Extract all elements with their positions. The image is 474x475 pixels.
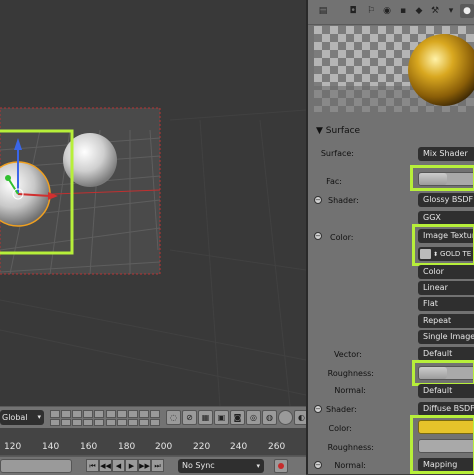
scene-context-icon[interactable]: ⚐: [364, 4, 378, 18]
overlay-icon[interactable]: ◎: [246, 410, 261, 425]
color1-label: Color:: [330, 233, 354, 242]
snap-icon[interactable]: ⊘: [182, 410, 197, 425]
interpolation-select[interactable]: Linear: [418, 281, 474, 295]
image-icon: [420, 249, 431, 259]
color2-swatch[interactable]: [418, 420, 474, 434]
fac-slider[interactable]: [418, 172, 474, 186]
snap-element-icon[interactable]: ▦: [198, 410, 213, 425]
shading-icon[interactable]: ◍: [262, 410, 277, 425]
shader2-select[interactable]: Diffuse BSDF: [418, 402, 474, 416]
layer-buttons[interactable]: [50, 410, 104, 426]
record-button[interactable]: [274, 459, 288, 473]
sync-select[interactable]: No Sync ▾: [178, 459, 264, 473]
roughness2-slider[interactable]: [418, 439, 474, 453]
roughness1-label: Roughness:: [327, 369, 374, 378]
playback-bar: ⏮ ◀◀ ◀ ▶ ▶▶ ⏭ No Sync ▾: [0, 456, 306, 475]
render-context-icon[interactable]: ▤: [316, 4, 330, 18]
roughness2-label: Roughness:: [327, 443, 374, 452]
world-context-icon[interactable]: ◉: [380, 4, 394, 18]
viewport-header: Global ▾ ◌ ⊘ ▦ ▣ ◙ ◎ ◍ ◐: [0, 406, 309, 429]
timeline-tick: 260: [268, 442, 286, 452]
modifier-context-icon[interactable]: ◆: [412, 4, 426, 18]
material-sphere-icon[interactable]: [278, 410, 293, 425]
chevron-down-icon: ▾: [37, 413, 41, 421]
extension-select[interactable]: Repeat: [418, 314, 474, 328]
timeline-tick: 200: [155, 442, 173, 452]
roughness1-slider-fill: [419, 367, 447, 379]
jump-start-icon[interactable]: ⏮: [86, 459, 99, 472]
sync-value: No Sync: [182, 461, 215, 470]
roughness1-slider[interactable]: [418, 366, 474, 380]
collapse-color1-icon[interactable]: −: [314, 232, 322, 240]
vector-label: Vector:: [333, 350, 362, 359]
record-icon: [278, 463, 284, 469]
playback-controls: ⏮ ◀◀ ◀ ▶ ▶▶ ⏭: [86, 459, 164, 472]
object-context-icon[interactable]: ▪: [396, 4, 410, 18]
timeline-tick: 140: [42, 442, 60, 452]
frame-field[interactable]: [0, 459, 72, 473]
surface-label: Surface:: [320, 149, 354, 158]
camera-context-icon[interactable]: ◘: [346, 4, 360, 18]
projection-select[interactable]: Flat: [418, 297, 474, 311]
color2-label: Color:: [328, 424, 352, 433]
shader1-select[interactable]: Glossy BSDF: [418, 193, 474, 207]
color-space-select[interactable]: Color: [418, 265, 474, 279]
constraint-context-icon[interactable]: ⚒: [428, 4, 442, 18]
source-select[interactable]: Single Image: [418, 330, 474, 344]
3d-viewport[interactable]: [0, 0, 306, 406]
timeline-tick: 220: [193, 442, 211, 452]
material-preview-image: [314, 26, 474, 112]
image-chooser[interactable]: ⬍ GOLD TE: [418, 247, 474, 261]
fac-slider-fill: [419, 173, 447, 185]
timeline-tick: 180: [118, 442, 136, 452]
proportional-edit-icon[interactable]: ◌: [166, 410, 181, 425]
y-arrow-icon[interactable]: [5, 175, 11, 181]
normal2-select[interactable]: Mapping: [418, 458, 474, 472]
browse-icon[interactable]: ⬍: [433, 248, 438, 261]
viewport-scene: [0, 107, 306, 406]
timeline-tick: 240: [230, 442, 248, 452]
transform-orientation-value: Global: [2, 413, 28, 422]
timeline-tick: 160: [80, 442, 98, 452]
collapse-shader1-icon[interactable]: −: [314, 196, 322, 204]
render-icon[interactable]: ▣: [214, 410, 229, 425]
next-key-icon[interactable]: ▶▶: [138, 459, 151, 472]
color1-link-select[interactable]: Image Texture: [418, 229, 474, 243]
camera-icon[interactable]: ◙: [230, 410, 245, 425]
properties-panel: ▤ ◘ ⚐ ◉ ▪ ◆ ⚒ ▾ ● ▼ Surface Surface: Mix…: [306, 0, 474, 474]
normal1-label: Normal:: [334, 386, 366, 395]
prev-key-icon[interactable]: ◀◀: [99, 459, 112, 472]
material-context-icon[interactable]: ●: [460, 4, 474, 18]
distribution-select[interactable]: GGX: [418, 211, 474, 225]
chevron-down-icon: ▾: [256, 462, 260, 470]
shader1-label: Shader:: [328, 196, 359, 205]
normal1-select[interactable]: Default: [418, 384, 474, 398]
data-context-icon[interactable]: ▾: [444, 4, 458, 18]
surface-section-header[interactable]: ▼ Surface: [316, 126, 360, 136]
play-icon[interactable]: ▶: [125, 459, 138, 472]
shader2-label: Shader:: [326, 405, 357, 414]
timeline-tick: 120: [4, 442, 22, 452]
transform-orientation-select[interactable]: Global ▾: [0, 410, 44, 425]
properties-context-bar: ▤ ◘ ⚐ ◉ ▪ ◆ ⚒ ▾ ●: [308, 0, 474, 25]
normal2-label: Normal:: [334, 461, 366, 470]
collapse-shader2-icon[interactable]: −: [314, 405, 322, 413]
fac-label: Fac:: [326, 177, 342, 186]
material-preview: [314, 26, 474, 112]
image-name: GOLD TE: [440, 250, 472, 258]
surface-section-title: Surface: [325, 126, 361, 136]
play-reverse-icon[interactable]: ◀: [112, 459, 125, 472]
layer-buttons-2[interactable]: [106, 410, 160, 426]
vector-select[interactable]: Default: [418, 347, 474, 361]
jump-end-icon[interactable]: ⏭: [151, 459, 164, 472]
timeline[interactable]: 120 140 160 180 200 220 240 260: [0, 428, 306, 456]
surface-shader-select[interactable]: Mix Shader: [418, 147, 474, 161]
